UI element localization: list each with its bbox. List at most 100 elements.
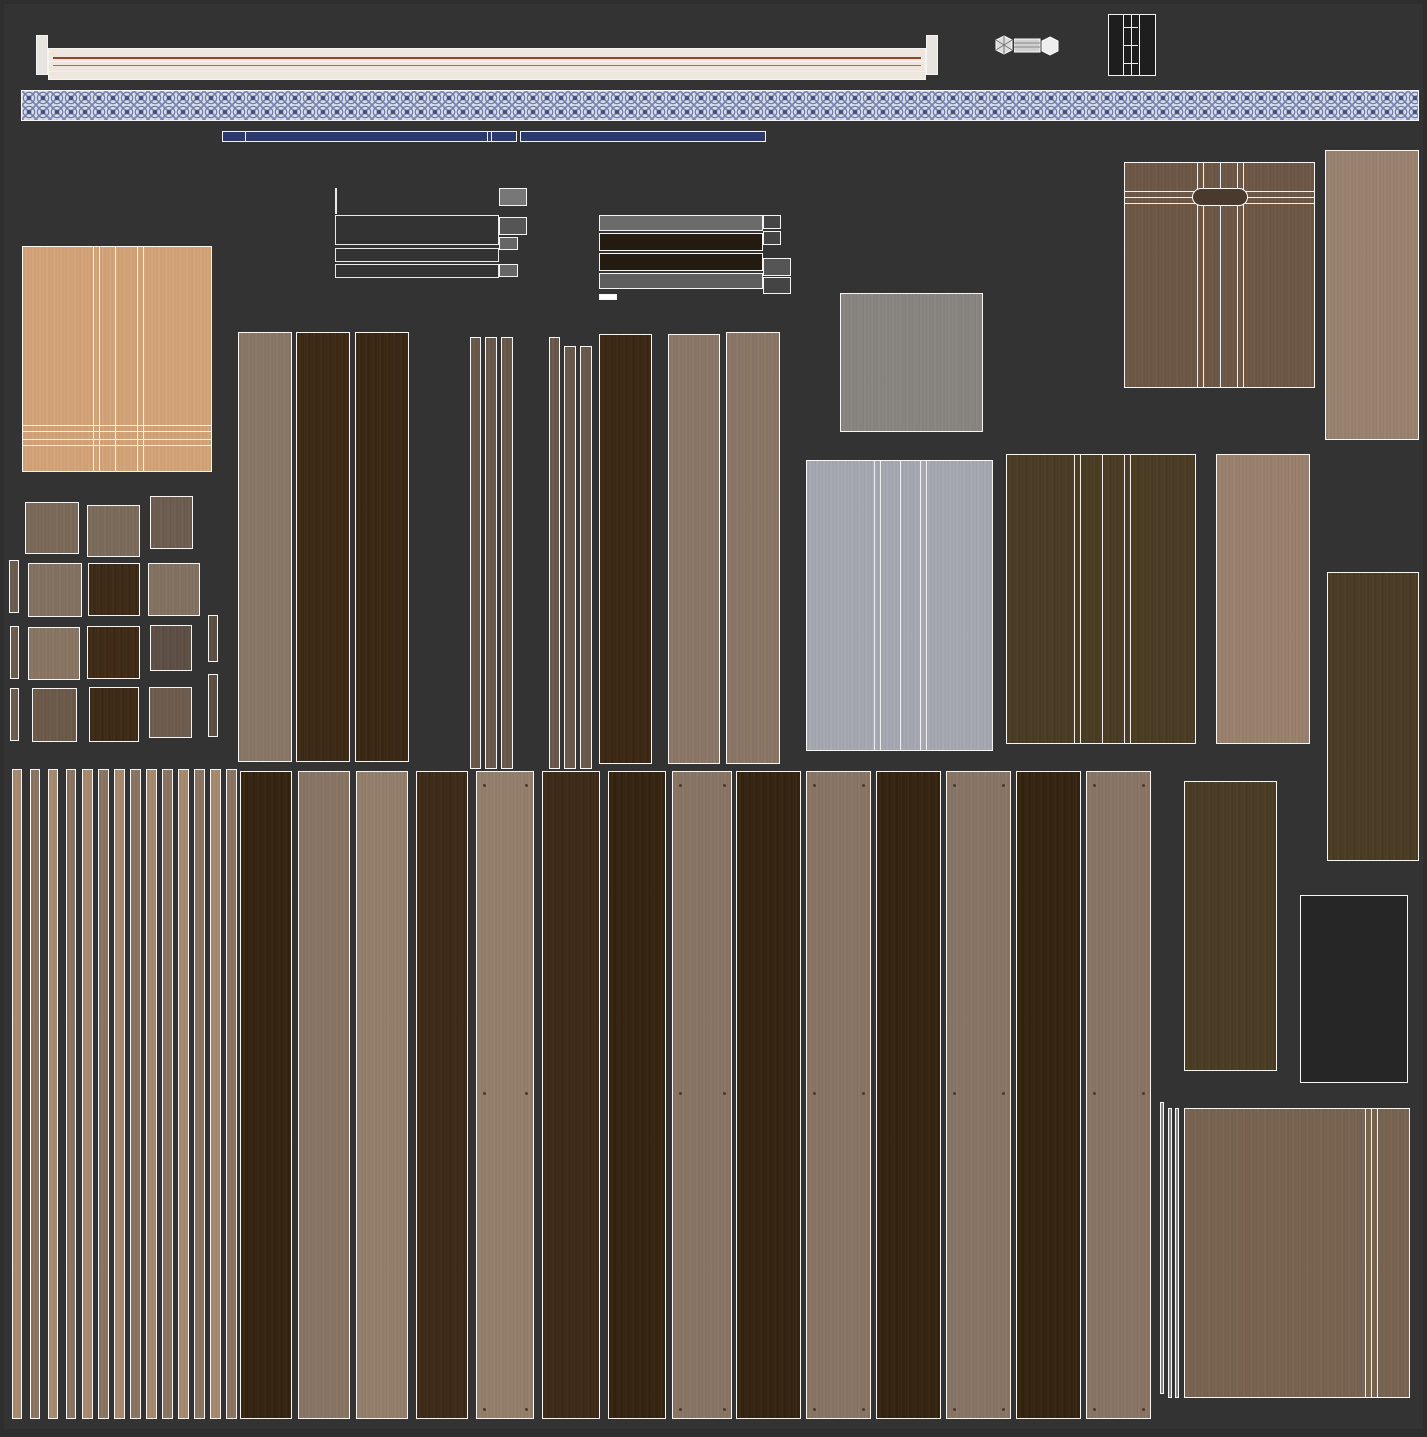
charcoal-panel (1300, 895, 1408, 1083)
nail-hole (679, 784, 682, 787)
thin-slat-4 (66, 769, 76, 1419)
mid-slat-3 (501, 337, 513, 769)
frame-piece-3 (335, 264, 499, 278)
mid-plank-4 (599, 334, 652, 764)
thin-slat-6 (98, 769, 109, 1419)
block-c1 (28, 627, 80, 680)
thin-slat-3 (48, 769, 58, 1419)
mid-brown-panel (1216, 454, 1310, 744)
thin-piece-5 (208, 674, 218, 737)
nail-hole (813, 1408, 816, 1411)
navy-strip-1 (222, 131, 517, 142)
nail-hole (1142, 784, 1145, 787)
nail-hole (1142, 1408, 1145, 1411)
nail-hole (525, 1092, 528, 1095)
thin-slat-11 (178, 769, 189, 1419)
nail-hole (1002, 1408, 1005, 1411)
thin-side-slat-1 (1160, 1102, 1164, 1394)
white-tab (599, 294, 617, 300)
thin-side-slat-2 (1168, 1108, 1172, 1398)
frame-piece-2 (335, 248, 499, 262)
nail-hole (525, 784, 528, 787)
hinge-piece (1108, 14, 1156, 76)
nail-hole (1142, 1092, 1145, 1095)
dark-tab-1 (763, 215, 781, 229)
dark-tab-4 (763, 277, 791, 294)
block-b2 (88, 563, 140, 616)
navy-strip-2 (520, 131, 766, 142)
floor-plank-3 (356, 771, 408, 1419)
floor-plank-2 (298, 771, 350, 1419)
frame-piece-stub (335, 188, 337, 214)
nail-hole (1093, 1408, 1096, 1411)
nail-hole (862, 784, 865, 787)
floor-plank-4 (416, 771, 468, 1419)
dark-tab-3 (763, 258, 791, 276)
thin-slat-10 (162, 769, 173, 1419)
nail-hole (483, 784, 486, 787)
nail-hole (953, 784, 956, 787)
thin-side-slat-3 (1175, 1108, 1179, 1398)
nail-hole (1093, 1092, 1096, 1095)
floor-plank-6 (542, 771, 600, 1419)
nail-hole (679, 1092, 682, 1095)
block-c2 (87, 626, 140, 679)
thin-slat-13 (210, 769, 221, 1419)
mid-plank-1 (238, 332, 292, 762)
thin-piece-2 (10, 626, 19, 679)
nail-hole (1002, 1092, 1005, 1095)
nail-hole (1093, 784, 1096, 787)
rail-bracket-right (926, 35, 938, 75)
frame-piece-1 (335, 215, 499, 245)
thin-piece-1 (9, 560, 19, 613)
bolt-icon (1014, 36, 1059, 56)
nail-hole (483, 1408, 486, 1411)
small-block-2 (499, 217, 527, 235)
dark-frame-1 (599, 215, 763, 231)
mid-plank-6 (726, 332, 780, 764)
block-d1 (32, 688, 77, 742)
mid-slat-4 (549, 337, 560, 769)
olive-panel (1006, 454, 1196, 744)
floor-plank-8 (672, 771, 732, 1419)
dark-frame-3 (599, 253, 763, 271)
dark-frame-2 (599, 233, 763, 251)
thin-slat-1 (12, 769, 22, 1419)
nail-hole (483, 1092, 486, 1095)
dark-tab-2 (763, 231, 781, 245)
mid-plank-2 (296, 332, 350, 762)
thin-slat-14 (226, 769, 237, 1419)
rail-strip (48, 48, 926, 80)
nail-hole (723, 1408, 726, 1411)
block-d2 (89, 687, 139, 742)
small-block-3 (499, 237, 518, 250)
mid-slat-1 (470, 337, 481, 769)
block-b3 (148, 563, 200, 616)
tan-panel (22, 246, 212, 472)
tall-brown-panel (1325, 150, 1419, 440)
block-a2 (87, 505, 140, 557)
small-block-1 (499, 188, 527, 206)
floor-plank-10 (806, 771, 871, 1419)
block-b1 (28, 563, 82, 617)
floor-plank-14 (1086, 771, 1151, 1419)
thin-slat-8 (130, 769, 141, 1419)
block-c3 (150, 625, 192, 671)
mid-slat-2 (485, 337, 497, 769)
mid-plank-3 (355, 332, 409, 762)
thin-slat-9 (146, 769, 157, 1419)
nail-hole (953, 1408, 956, 1411)
nail-hole (525, 1408, 528, 1411)
tall-olive-panel (1327, 572, 1419, 861)
handle-slot (1192, 188, 1248, 206)
thin-slat-7 (114, 769, 125, 1419)
dark-frame-4 (599, 273, 763, 289)
nail-hole (862, 1408, 865, 1411)
floor-plank-7 (608, 771, 666, 1419)
blue-grey-panel (806, 460, 993, 751)
thin-piece-4 (208, 615, 218, 662)
nail-hole (813, 1092, 816, 1095)
nail-hole (723, 1092, 726, 1095)
grey-panel (840, 293, 983, 432)
block-a1 (25, 502, 79, 554)
